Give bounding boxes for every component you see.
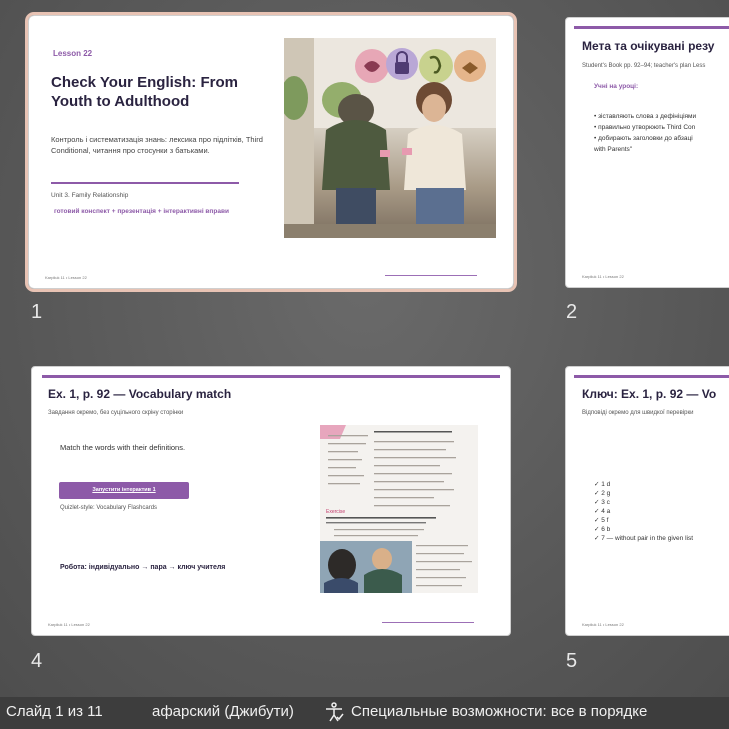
slide-subtitle: Завдання окремо, без суцільного скріну с… <box>48 410 184 416</box>
instruction-text: Match the words with their definitions. <box>60 443 186 452</box>
slide-footer: Karpliuk 11 • Lesson 22 <box>582 274 624 279</box>
language-indicator[interactable]: афарский (Джибути) <box>152 703 294 720</box>
classroom-photo <box>284 38 496 238</box>
accent-bar <box>574 375 729 378</box>
slide-number-1: 1 <box>31 301 43 323</box>
slide-sorter-view[interactable]: Lesson 22 Check Your English: From Youth… <box>0 0 729 697</box>
accent-bar <box>42 375 500 378</box>
slide-thumbnail-4[interactable]: Ex. 1, p. 92 — Vocabulary match Завдання… <box>31 366 511 636</box>
slide-subtitle: Student's Book pp. 92–94; teacher's plan… <box>582 63 706 69</box>
textbook-page-image: Exercise <box>320 425 478 593</box>
slide-number-4: 4 <box>31 650 43 672</box>
quizlet-label: Quizlet-style: Vocabulary Flashcards <box>60 505 158 511</box>
slide-number-5: 5 <box>566 650 578 672</box>
footer-line <box>385 275 477 276</box>
list-item: with Parents" <box>594 146 633 153</box>
slide-thumbnail-1[interactable]: Lesson 22 Check Your English: From Youth… <box>25 12 517 292</box>
accent-bar <box>574 26 729 29</box>
slide-description: Контроль і систематизація знань: лексика… <box>51 135 263 155</box>
status-bar: Слайд 1 из 11 афарский (Джибути) Специал… <box>0 697 729 729</box>
slide-thumbnail-2[interactable]: Мета та очікувані резу Student's Book pp… <box>565 17 729 288</box>
tagline: готовий конспект + презентація + інтерак… <box>54 208 229 215</box>
slide-title: Check Your English: From Youth to Adulth… <box>51 74 238 110</box>
slide-title: Ex. 1, p. 92 — Vocabulary match <box>48 387 232 401</box>
slide-thumbnail-5[interactable]: Ключ: Ex. 1, p. 92 — Vo Відповіді окремо… <box>565 366 729 636</box>
launch-interactive-button[interactable]: Запустити інтерактив 1 <box>59 482 189 499</box>
work-mode-text: Робота: індивідуально → пара → ключ учит… <box>60 564 226 571</box>
answer-item: ✓ 7 — without pair in the given list <box>594 535 694 542</box>
slide-footer: Karpliuk 11 • Lesson 22 <box>48 622 90 627</box>
slide-subtitle: Відповіді окремо для швидкої перевірки <box>582 410 694 416</box>
list-item: • правильно утворюють Third Con <box>594 124 696 131</box>
list-item: • зіставляють слова з дефініціями <box>594 113 697 120</box>
svg-text:Exercise: Exercise <box>326 509 345 515</box>
footer-line <box>382 622 474 623</box>
accessibility-status[interactable]: Специальные возможности: все в порядке <box>351 703 647 720</box>
slide-title: Мета та очікувані резу <box>582 39 715 53</box>
slide-footer: Karpliuk 11 • Lesson 22 <box>582 622 624 627</box>
slide-title: Ключ: Ex. 1, p. 92 — Vo <box>582 387 717 401</box>
list-item: • добирають заголовки до абзаці <box>594 135 693 142</box>
slide-number-2: 2 <box>566 301 578 323</box>
unit-label: Unit 3. Family Relationship <box>51 192 129 199</box>
divider <box>51 182 239 184</box>
slide-counter[interactable]: Слайд 1 из 11 <box>6 703 103 720</box>
accessibility-icon[interactable] <box>323 701 345 727</box>
section-heading: Учні на уроці: <box>594 83 639 90</box>
lesson-label: Lesson 22 <box>53 49 93 58</box>
slide-footer: Karpliuk 11 • Lesson 22 <box>45 275 87 280</box>
